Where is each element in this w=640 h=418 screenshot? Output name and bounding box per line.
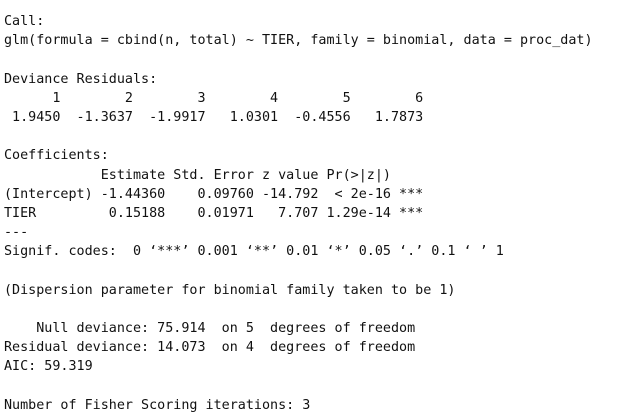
coefficients-intercept-row: (Intercept) -1.44360 0.09760 -14.792 < 2… [4,186,424,202]
residuals-index-row: 1 2 3 4 5 6 [4,90,440,106]
dispersion-note: (Dispersion parameter for binomial famil… [4,282,456,298]
separator-line: --- [4,225,29,241]
null-deviance-line: Null deviance: 75.914 on 5 degrees of fr… [4,321,416,336]
r-console-output: Call: glm(formula = cbind(n, total) ~ TI… [4,12,636,415]
call-heading: Call: [4,14,45,29]
fisher-iterations-line: Number of Fisher Scoring iterations: 3 [4,397,311,413]
coefficients-heading: Coefficients: [4,148,109,164]
signif-codes-line: Signif. codes: 0 ‘***’ 0.001 ‘**’ 0.01 ‘… [4,244,504,260]
aic-line: AIC: 59.319 [4,359,93,375]
deviance-residuals-heading: Deviance Residuals: [4,71,158,87]
residual-deviance-line: Residual deviance: 14.073 on 4 degrees o… [4,340,416,356]
call-formula: glm(formula = cbind(n, total) ~ TIER, fa… [4,33,593,49]
coefficients-header-row: Estimate Std. Error z value Pr(>|z|) [4,167,424,183]
coefficients-tier-row: TIER 0.15188 0.01971 7.707 1.29e-14 *** [4,205,424,221]
residuals-values-row: 1.9450 -1.3637 -1.9917 1.0301 -0.4556 1.… [4,109,440,125]
